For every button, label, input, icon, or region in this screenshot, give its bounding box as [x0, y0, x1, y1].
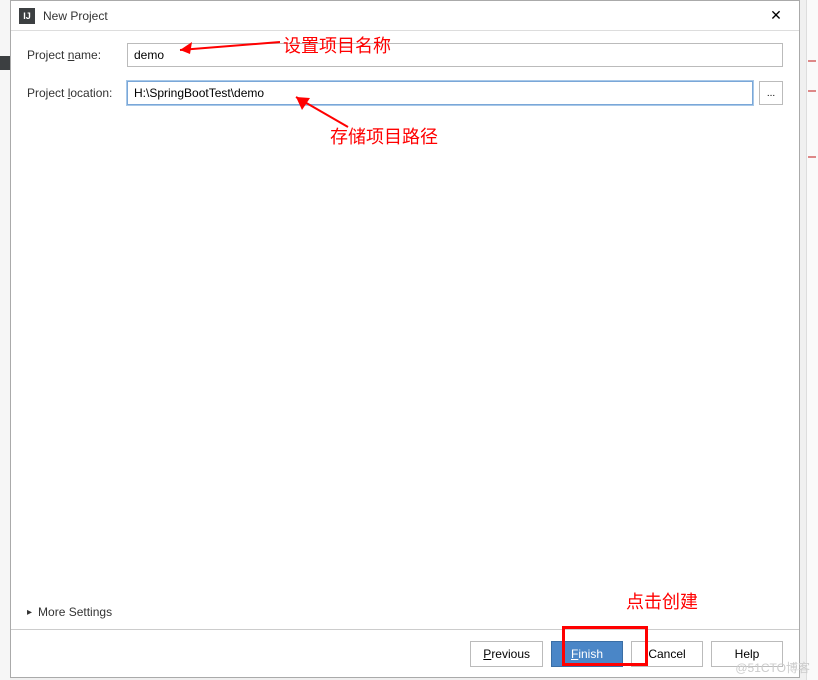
titlebar: IJ New Project ✕ — [11, 1, 799, 31]
cancel-button[interactable]: Cancel — [631, 641, 703, 667]
close-icon[interactable]: ✕ — [761, 6, 791, 26]
dialog-title: New Project — [43, 9, 761, 23]
dialog-footer: Previous Finish Cancel Help — [11, 629, 799, 677]
project-name-row: Project name: — [27, 43, 783, 67]
finish-button[interactable]: Finish — [551, 641, 623, 667]
side-marker — [808, 156, 816, 158]
project-location-input[interactable] — [127, 81, 753, 105]
previous-button[interactable]: Previous — [470, 641, 543, 667]
gutter-icon — [0, 56, 10, 70]
new-project-dialog: IJ New Project ✕ Project name: Project l… — [10, 0, 800, 678]
side-marker — [808, 90, 816, 92]
project-location-label: Project location: — [27, 86, 127, 100]
watermark: @51CTO博客 — [735, 659, 810, 676]
app-icon: IJ — [19, 8, 35, 24]
side-marker — [808, 60, 816, 62]
more-settings-toggle[interactable]: ▸ More Settings — [27, 605, 112, 619]
dialog-content: Project name: Project location: ... ▸ Mo… — [11, 31, 799, 629]
editor-gutter — [0, 0, 10, 680]
project-name-input[interactable] — [127, 43, 783, 67]
project-location-row: Project location: ... — [27, 81, 783, 105]
right-scrollbar-strip — [806, 0, 818, 680]
chevron-right-icon: ▸ — [27, 607, 32, 618]
project-name-label: Project name: — [27, 48, 127, 62]
more-settings-label: More Settings — [38, 605, 112, 619]
browse-button[interactable]: ... — [759, 81, 783, 105]
